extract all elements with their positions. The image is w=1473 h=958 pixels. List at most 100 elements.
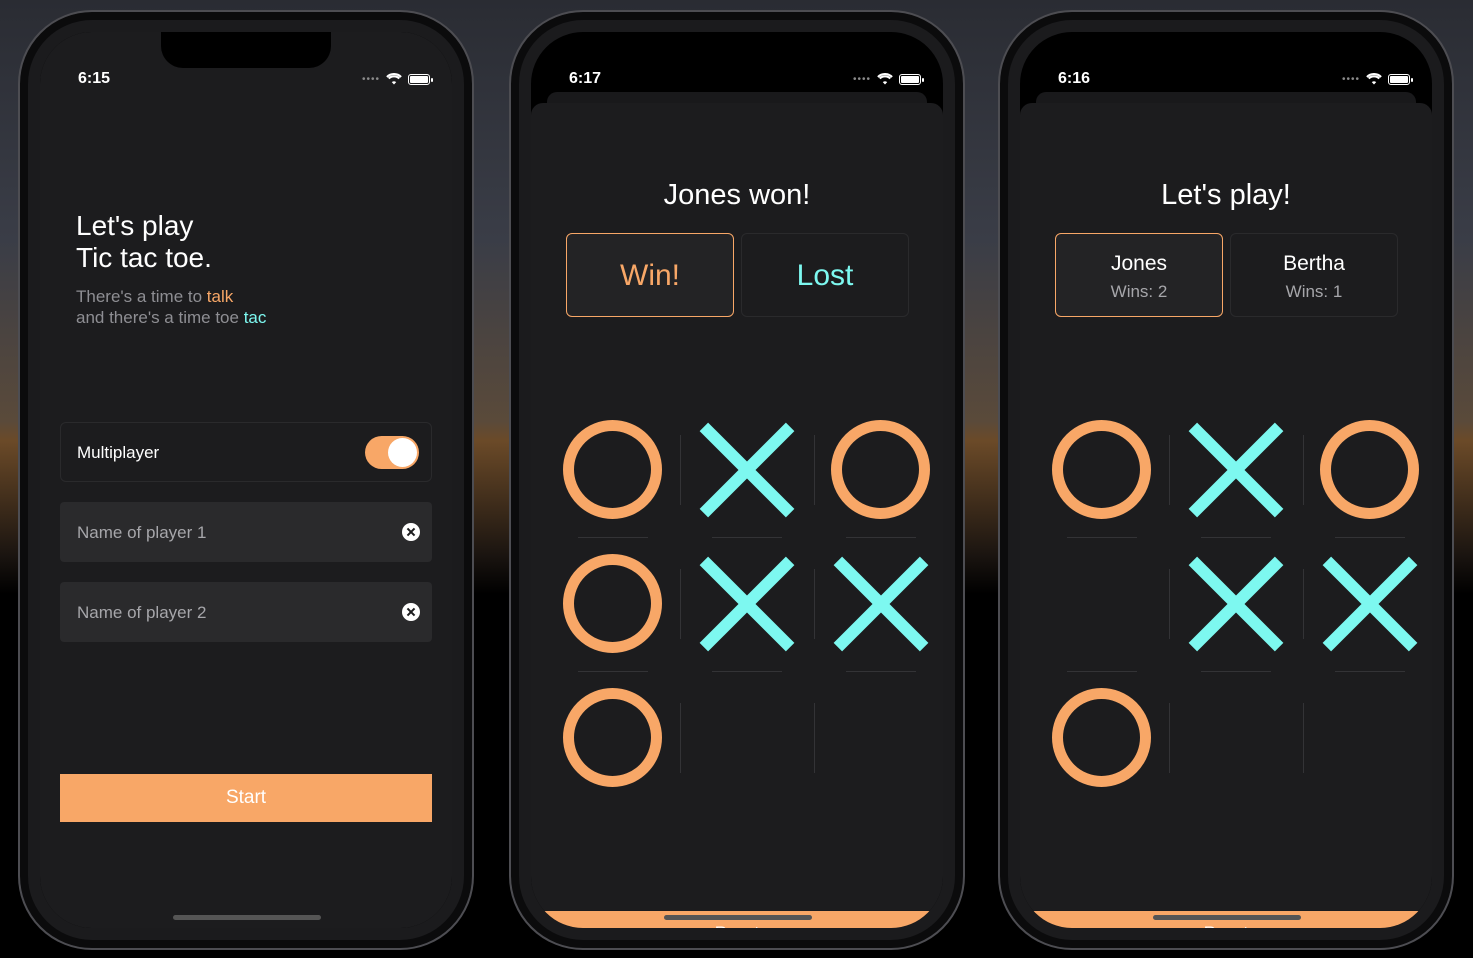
result-heading: Jones won! (663, 179, 811, 211)
screen-setup: 6:15 •••• Let's play Tic tac toe. There'… (40, 32, 452, 928)
status-time: 6:17 (569, 70, 602, 87)
grid-line (814, 569, 815, 639)
grid-line (814, 435, 815, 505)
board-cell[interactable] (680, 403, 814, 537)
board-cell[interactable] (814, 403, 943, 537)
signal-icon: •••• (361, 73, 380, 85)
grid-line (578, 537, 648, 538)
screen-result: 6:17 •••• Jones won! Win! Lost Reset (531, 32, 943, 928)
player-name: Bertha (1283, 252, 1345, 275)
status-icons: •••• (852, 72, 924, 86)
board-cell[interactable] (1303, 671, 1432, 805)
start-button[interactable]: Start (60, 774, 432, 822)
grid-line (1303, 703, 1304, 773)
multiplayer-row: Multiplayer (60, 422, 432, 482)
multiplayer-toggle[interactable] (365, 436, 419, 469)
subtitle-accent-talk: talk (206, 287, 234, 306)
status-icons: •••• (1341, 72, 1413, 86)
grid-line (1169, 703, 1170, 773)
battery-icon (899, 73, 924, 85)
board-cell[interactable] (1303, 403, 1432, 537)
x-mark-icon (834, 557, 928, 651)
board-cell[interactable] (1303, 537, 1432, 671)
status-time: 6:16 (1058, 70, 1091, 87)
o-mark-icon (563, 688, 662, 787)
board-cell[interactable] (1035, 671, 1169, 805)
player1-input[interactable] (75, 502, 379, 564)
grid-line (1201, 537, 1271, 538)
status-icons: •••• (361, 72, 433, 86)
grid-line (1303, 435, 1304, 505)
board-cell[interactable] (680, 671, 814, 805)
grid-line (814, 703, 815, 773)
board-cell[interactable] (546, 403, 680, 537)
board-cell[interactable] (814, 537, 943, 671)
grid-line (680, 435, 681, 505)
notch (161, 32, 331, 68)
board-cell[interactable] (1169, 537, 1303, 671)
status-time: 6:15 (78, 70, 111, 87)
grid-line (846, 537, 916, 538)
home-indicator (1153, 915, 1301, 920)
board-cell[interactable] (1035, 403, 1169, 537)
wifi-icon (386, 73, 402, 85)
grid-line (680, 703, 681, 773)
home-indicator (173, 915, 321, 920)
board-cell[interactable] (680, 537, 814, 671)
grid-line (1067, 671, 1137, 672)
grid-line (1201, 671, 1271, 672)
subtitle-text: There's a time to (76, 287, 207, 306)
player1-field-row (60, 502, 432, 564)
win-label: Win! (620, 259, 680, 292)
grid-line (1169, 569, 1170, 639)
board-cell[interactable] (546, 671, 680, 805)
screen-playing: 6:16 •••• Let's play! Jones Wins: 2 Bert… (1020, 32, 1432, 928)
lost-label: Lost (796, 259, 854, 292)
game-board (531, 403, 943, 803)
grid-line (1303, 569, 1304, 639)
o-mark-icon (563, 420, 662, 519)
x-mark-icon (700, 423, 794, 517)
clear-icon[interactable] (402, 523, 420, 541)
board-cell[interactable] (546, 537, 680, 671)
subtitle-accent-tac: tac (243, 308, 267, 327)
board-cell[interactable] (1169, 671, 1303, 805)
grid-line (712, 537, 782, 538)
player-wins: Wins: 2 (1110, 282, 1168, 301)
win-card: Win! (566, 233, 734, 317)
board-cell[interactable] (1035, 537, 1169, 671)
board-cell[interactable] (814, 671, 943, 805)
subtitle: There's a time to talk and there's a tim… (76, 286, 266, 328)
board-cell[interactable] (1169, 403, 1303, 537)
grid-line (1067, 537, 1137, 538)
battery-icon (408, 73, 433, 85)
player-card-jones[interactable]: Jones Wins: 2 (1055, 233, 1223, 317)
game-sheet: Jones won! Win! Lost Reset (531, 103, 943, 928)
grid-line (712, 671, 782, 672)
o-mark-icon (1320, 420, 1419, 519)
wifi-icon (1366, 73, 1382, 85)
signal-icon: •••• (1341, 73, 1360, 85)
signal-icon: •••• (852, 73, 871, 85)
x-mark-icon (1189, 557, 1283, 651)
clear-icon[interactable] (402, 603, 420, 621)
player2-field-row (60, 582, 432, 644)
page-title: Let's play Tic tac toe. (76, 210, 212, 274)
wifi-icon (877, 73, 893, 85)
player-wins: Wins: 1 (1285, 282, 1343, 301)
player2-input[interactable] (75, 582, 379, 644)
game-heading: Let's play! (1161, 179, 1291, 211)
battery-icon (1388, 73, 1413, 85)
game-sheet: Let's play! Jones Wins: 2 Bertha Wins: 1… (1020, 103, 1432, 928)
title-line-2: Tic tac toe. (76, 242, 212, 273)
home-indicator (664, 915, 812, 920)
grid-line (578, 671, 648, 672)
game-board (1020, 403, 1432, 803)
phone-playing: 6:16 •••• Let's play! Jones Wins: 2 Bert… (998, 10, 1454, 950)
x-mark-icon (1189, 423, 1283, 517)
grid-line (680, 569, 681, 639)
o-mark-icon (1052, 688, 1151, 787)
player-card-bertha[interactable]: Bertha Wins: 1 (1230, 233, 1398, 317)
subtitle-text: and there's a time toe (76, 308, 244, 327)
x-mark-icon (1323, 557, 1417, 651)
